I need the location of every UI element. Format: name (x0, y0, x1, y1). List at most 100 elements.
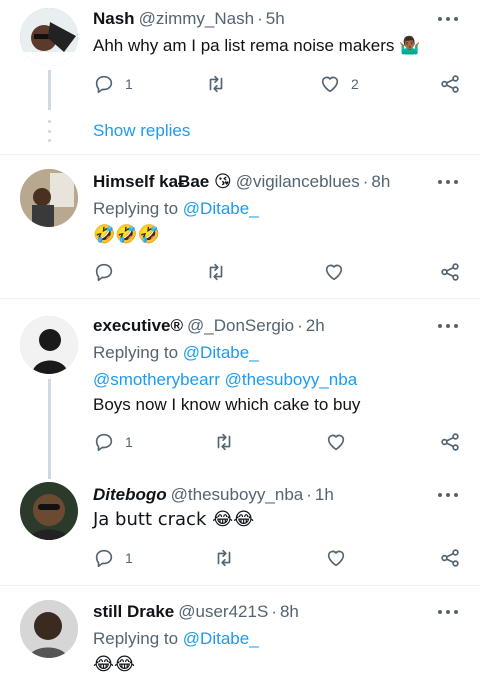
tweet-executive[interactable]: executive® @_DonSergio · 2h Replying to @Di… (0, 299, 480, 479)
retweet-icon (217, 433, 231, 451)
replying-to: Replying to @Ditabe_ (93, 198, 259, 220)
tweet-text: 😂😂 (93, 654, 136, 675)
share-button[interactable] (439, 73, 461, 95)
tweet-text: Ja butt crack 😂😂 (93, 509, 255, 530)
replying-to: Replying to @Ditabe_ (93, 342, 259, 364)
reply-button[interactable]: 1 (93, 431, 133, 453)
separator: · (362, 172, 369, 191)
replying-label: Replying to (93, 343, 179, 362)
avatar[interactable] (20, 169, 78, 227)
retweet-icon (217, 549, 231, 567)
more-icon[interactable] (438, 491, 458, 499)
share-button[interactable] (439, 547, 461, 569)
tweet-header: Himself kaɃae 😘 @vigilanceblues · 8h (93, 171, 390, 193)
replying-label: Replying to (93, 629, 179, 648)
tweet-actions: 1 (93, 547, 465, 571)
reply-icon (95, 263, 113, 282)
reply-count: 1 (125, 550, 133, 566)
like-button[interactable] (325, 547, 347, 569)
separator: · (257, 9, 263, 28)
tweet-text: Ahh why am I pa list rema noise makers 🤷… (93, 36, 421, 55)
tweet-still-drake[interactable]: still Drake @user421S · 8h Replying to @Dit… (0, 586, 480, 687)
mention-link[interactable]: @smotherybearr (93, 370, 220, 389)
display-name[interactable]: executive® (93, 316, 183, 335)
tweet-header: Nash @zimmy_Nash · 5h (93, 8, 285, 30)
retweet-icon (209, 263, 223, 281)
tweet-ditebogo[interactable]: Ditebogo @thesuboyy_nba · 1h Ja butt crack … (0, 472, 480, 582)
tweet-actions: 1 (93, 431, 465, 455)
display-name[interactable]: Ditebogo (93, 485, 167, 504)
timestamp[interactable]: 5h (266, 9, 285, 28)
reply-count: 1 (125, 434, 133, 450)
mention-link[interactable]: @thesuboyy_nba (225, 370, 358, 389)
reply-icon (95, 549, 113, 568)
tweet-header: Ditebogo @thesuboyy_nba · 1h (93, 484, 334, 506)
timestamp[interactable]: 8h (371, 172, 390, 191)
avatar[interactable] (20, 316, 78, 374)
more-icon[interactable] (438, 178, 458, 186)
show-replies-link[interactable]: Show replies (93, 121, 190, 141)
separator: · (271, 602, 277, 621)
like-icon (321, 76, 339, 93)
display-name[interactable]: Himself kaɃae 😘 (93, 172, 232, 191)
timestamp[interactable]: 2h (306, 316, 325, 335)
reply-icon (95, 433, 113, 452)
tweet-himself-kabae[interactable]: Himself kaɃae 😘 @vigilanceblues · 8h Replyi… (0, 155, 480, 298)
user-handle[interactable]: @user421S (178, 602, 268, 621)
user-handle[interactable]: @_DonSergio (187, 316, 294, 335)
retweet-icon (209, 75, 223, 93)
like-button[interactable]: 2 (319, 73, 359, 95)
retweet-button[interactable] (213, 431, 235, 453)
timestamp[interactable]: 8h (280, 602, 299, 621)
user-handle[interactable]: @thesuboyy_nba (171, 485, 304, 504)
avatar[interactable] (20, 600, 78, 658)
reply-count: 1 (125, 76, 133, 92)
like-button[interactable] (325, 431, 347, 453)
separator: · (306, 485, 312, 504)
tweet-actions (93, 261, 465, 285)
display-name[interactable]: still Drake (93, 602, 174, 621)
more-icon[interactable] (438, 608, 458, 616)
user-handle[interactable]: @zimmy_Nash (139, 9, 255, 28)
retweet-button[interactable] (213, 547, 235, 569)
display-name[interactable]: Nash (93, 9, 135, 28)
share-icon (441, 433, 459, 451)
retweet-button[interactable] (205, 73, 227, 95)
like-icon (325, 264, 343, 281)
tweet-nash[interactable]: Nash @zimmy_Nash · 5h Ahh why am I pa list … (0, 0, 480, 150)
thread-line (48, 379, 51, 479)
share-icon (441, 263, 459, 281)
like-icon (327, 550, 345, 567)
like-count: 2 (351, 76, 359, 92)
avatar[interactable] (20, 482, 78, 540)
share-button[interactable] (439, 261, 461, 283)
separator: · (297, 316, 303, 335)
tweet-header: still Drake @user421S · 8h (93, 601, 299, 623)
tweet-header: executive® @_DonSergio · 2h (93, 315, 325, 337)
tweet-text: Boys now I know which cake to buy (93, 395, 361, 414)
reply-button[interactable] (93, 261, 115, 283)
retweet-button[interactable] (205, 261, 227, 283)
like-icon (327, 434, 345, 451)
tweet-actions: 1 2 (93, 73, 465, 97)
replying-label: Replying to (93, 199, 179, 218)
user-handle[interactable]: @vigilanceblues (236, 172, 360, 191)
avatar[interactable] (20, 8, 78, 66)
reply-icon (95, 75, 113, 94)
replying-to: Replying to @Ditabe_ (93, 628, 259, 650)
replying-to-link[interactable]: @Ditabe_ (183, 629, 259, 648)
reply-button[interactable]: 1 (93, 547, 133, 569)
replying-to-link[interactable]: @Ditabe_ (183, 343, 259, 362)
more-icon[interactable] (438, 322, 458, 330)
share-icon (441, 549, 459, 567)
share-icon (441, 75, 459, 93)
reply-button[interactable]: 1 (93, 73, 133, 95)
timestamp[interactable]: 1h (315, 485, 334, 504)
like-button[interactable] (323, 261, 345, 283)
more-icon[interactable] (438, 15, 458, 23)
replying-to-link[interactable]: @Ditabe_ (183, 199, 259, 218)
thread-line (48, 70, 51, 110)
thread-dots (48, 120, 51, 142)
tweet-text: 🤣🤣🤣 (93, 224, 161, 245)
share-button[interactable] (439, 431, 461, 453)
